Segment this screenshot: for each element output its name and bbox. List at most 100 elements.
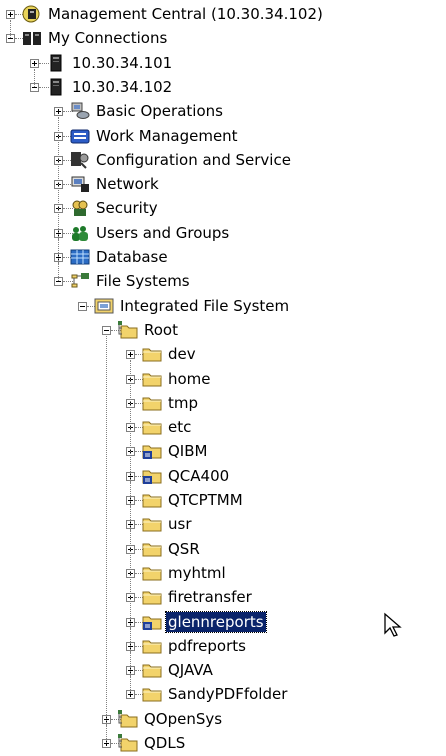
tree-node-qsr[interactable]: QSR [0,537,446,561]
tree-guide-line [34,68,35,87]
tree-node-label[interactable]: Users and Groups [94,223,231,243]
expand-icon[interactable] [126,350,135,360]
tree-node-pdfreports[interactable]: pdfreports [0,634,446,658]
tree-node-ifs[interactable]: Integrated File System [0,294,446,318]
tree-node-label[interactable]: SandyPDFfolder [166,684,289,704]
folder-icon [142,515,162,533]
tree-node-label[interactable]: QDLS [142,733,187,753]
tree-node-filesys[interactable]: File Systems [0,269,446,293]
tree-node-glennreports[interactable]: glennreports [0,610,446,634]
tree-node-myhtml[interactable]: myhtml [0,561,446,585]
expand-icon[interactable] [6,10,15,19]
tree-node-label[interactable]: Management Central (10.30.34.102) [46,4,325,24]
tree-node-label[interactable]: Integrated File System [118,296,291,316]
tree-node-workmgmt[interactable]: Work Management [0,124,446,148]
tree-node-label[interactable]: Database [94,247,170,267]
tree-node-label[interactable]: pdfreports [166,636,248,656]
shared-folder-icon [142,613,162,631]
tree-node-etc[interactable]: etc [0,415,446,439]
folder-icon [142,685,162,703]
shared-folder-icon [142,467,162,485]
tree-node-label[interactable]: QIBM [166,441,209,461]
folder-icon [142,637,162,655]
tree-node-label[interactable]: tmp [166,393,200,413]
mouse-pointer-icon [383,612,405,638]
tree-node-database[interactable]: Database [0,245,446,269]
tree-node-label[interactable]: 10.30.34.102 [70,77,174,97]
tree-node-qca400[interactable]: QCA400 [0,464,446,488]
tree-node-label[interactable]: usr [166,514,194,534]
file-systems-icon [70,272,90,290]
tree-node-sys102[interactable]: 10.30.34.102 [0,75,446,99]
tree-node-users[interactable]: Users and Groups [0,221,446,245]
tree-node-label[interactable]: 10.30.34.101 [70,53,174,73]
tree-node-qopensys[interactable]: QOpenSys [0,707,446,731]
tree-node-label[interactable]: Security [94,198,160,218]
tree-node-label[interactable]: QCA400 [166,466,231,486]
tree-guide-line [106,335,107,743]
folder-icon [142,491,162,509]
tree-node-myconn[interactable]: My Connections [0,26,446,50]
security-icon [70,199,90,217]
tree-guide-line [10,20,11,39]
tree-node-label[interactable]: Network [94,174,161,194]
tree-node-qtcptmm[interactable]: QTCPTMM [0,488,446,512]
folder-icon [142,418,162,436]
system-icon [46,54,66,72]
collapse-icon[interactable] [102,325,111,335]
expand-icon[interactable] [54,107,63,117]
tree-node-label[interactable]: Root [142,320,180,340]
tree-node-label[interactable]: dev [166,344,198,364]
tree-node-label[interactable]: File Systems [94,271,192,291]
tree-node-usr[interactable]: usr [0,512,446,536]
tree-guide-line [106,724,107,743]
tree-node-sandypdf[interactable]: SandyPDFfolder [0,682,446,706]
tree-node-sys101[interactable]: 10.30.34.101 [0,51,446,75]
tree-node-mgmt[interactable]: Management Central (10.30.34.102) [0,2,446,26]
root-icon [118,320,138,339]
tree-node-dev[interactable]: dev [0,342,446,366]
folder-icon [142,394,162,412]
tree-node-label[interactable]: firetransfer [166,587,254,607]
tree-node-label[interactable]: Work Management [94,126,240,146]
shared-folder-icon [142,442,162,460]
tree-node-label[interactable]: QSR [166,539,202,559]
tree-node-tmp[interactable]: tmp [0,391,446,415]
tree-node-label[interactable]: glennreports [165,610,267,633]
system-icon [46,78,66,96]
tree-node-label[interactable]: QJAVA [166,660,215,680]
network-icon [70,175,90,193]
basic-operations-icon [70,102,90,120]
navigator-tree: Management Central (10.30.34.102) My Conn… [0,0,446,752]
expand-icon[interactable] [30,58,39,68]
connections-icon [22,29,42,47]
tree-node-label[interactable]: etc [166,417,193,437]
tree-node-qibm[interactable]: QIBM [0,439,446,463]
tree-node-label[interactable]: myhtml [166,563,228,583]
management-central-icon [22,5,42,23]
tree-node-label[interactable]: QTCPTMM [166,490,245,510]
root-icon [118,734,138,752]
tree-node-network[interactable]: Network [0,172,446,196]
tree-node-basicops[interactable]: Basic Operations [0,99,446,123]
tree-node-home[interactable]: home [0,367,446,391]
collapse-icon[interactable] [78,301,87,311]
tree-node-label[interactable]: QOpenSys [142,709,224,729]
tree-node-config[interactable]: Configuration and Service [0,148,446,172]
tree-node-label[interactable]: Configuration and Service [94,150,293,170]
tree-node-label[interactable]: home [166,369,213,389]
tree-node-security[interactable]: Security [0,196,446,220]
tree-node-qdls[interactable]: QDLS [0,731,446,755]
tree-guide-line [58,263,59,282]
tree-node-label[interactable]: Basic Operations [94,101,225,121]
tree-node-firetransfer[interactable]: firetransfer [0,585,446,609]
tree-node-root[interactable]: Root [0,318,446,342]
tree-guide-line [130,676,131,695]
tree-node-label[interactable]: My Connections [46,28,169,48]
database-icon [70,248,90,266]
root-icon [118,709,138,728]
tree-node-qjava[interactable]: QJAVA [0,658,446,682]
folder-icon [142,540,162,558]
folder-icon [142,345,162,363]
users-groups-icon [70,224,90,242]
